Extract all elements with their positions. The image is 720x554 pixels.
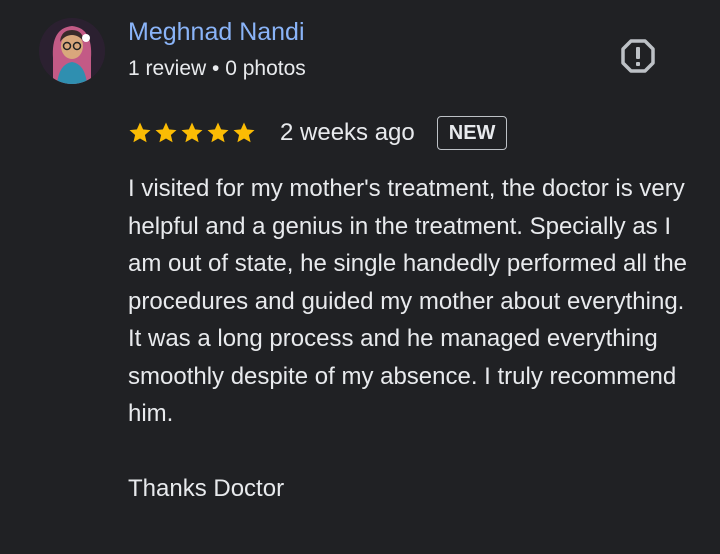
review-paragraph: Thanks Doctor	[128, 475, 285, 502]
review-body: I visited for my mother's treatment, the…	[128, 170, 698, 508]
star-icon	[155, 122, 177, 143]
star-icon	[207, 122, 229, 143]
report-alert-icon	[621, 39, 655, 73]
report-button[interactable]	[620, 38, 656, 74]
author-meta: 1 review • 0 photos	[128, 57, 306, 80]
star-rating	[128, 121, 256, 145]
new-badge: NEW	[436, 116, 508, 150]
review-time: 2 weeks ago	[280, 119, 415, 146]
star-icon	[233, 122, 255, 143]
review-paragraph: I visited for my mother's treatment, the…	[128, 175, 688, 427]
rating-row: 2 weeks ago NEW	[128, 112, 508, 154]
star-icon	[181, 122, 203, 143]
user-avatar-icon	[39, 18, 105, 84]
author-avatar[interactable]	[39, 18, 105, 84]
star-icon	[129, 122, 151, 143]
author-name[interactable]: Meghnad Nandi	[128, 18, 305, 47]
